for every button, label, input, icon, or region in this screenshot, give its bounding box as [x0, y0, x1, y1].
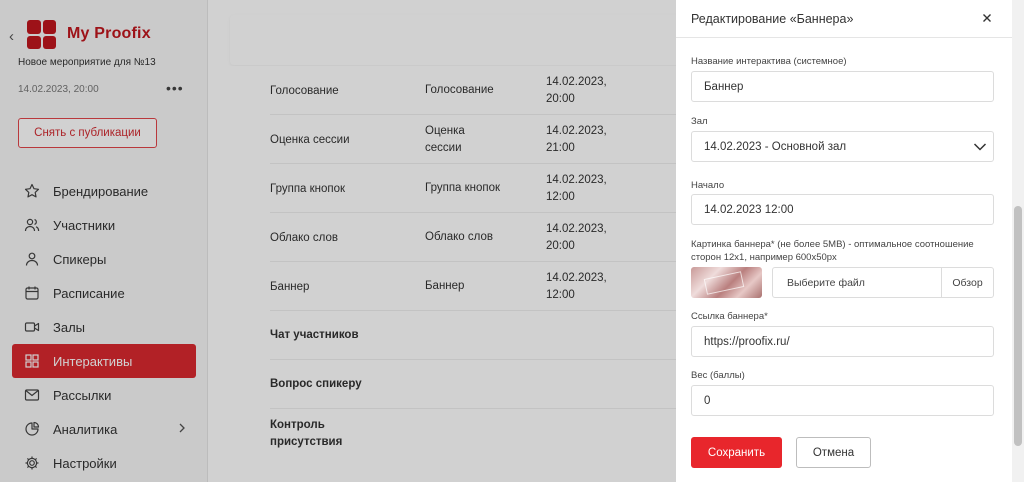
drawer-header: Редактирование «Баннера»: [676, 0, 1012, 38]
modal-overlay[interactable]: [0, 0, 676, 482]
file-input[interactable]: Выберите файл Обзор: [772, 267, 994, 298]
weight-label: Вес (баллы): [691, 370, 745, 381]
drawer-title: Редактирование «Баннера»: [691, 12, 854, 26]
name-input[interactable]: Баннер: [691, 71, 994, 102]
file-placeholder: Выберите файл: [787, 277, 865, 289]
link-input[interactable]: https://proofix.ru/: [691, 326, 994, 357]
drawer-scrollbar[interactable]: [1012, 0, 1024, 482]
close-icon[interactable]: [979, 10, 995, 26]
save-button[interactable]: Сохранить: [691, 437, 782, 468]
banner-image-preview: [691, 267, 762, 298]
scrollbar-thumb[interactable]: [1014, 206, 1022, 446]
link-label: Ссылка баннера*: [691, 311, 768, 322]
image-label: Картинка баннера* (не более 5MB) - оптим…: [691, 239, 974, 263]
cancel-button[interactable]: Отмена: [796, 437, 871, 468]
start-label: Начало: [691, 180, 725, 191]
browse-button[interactable]: Обзор: [941, 268, 993, 297]
hall-select[interactable]: 14.02.2023 - Основной зал: [691, 131, 994, 162]
hall-select-value: 14.02.2023 - Основной зал: [704, 140, 847, 153]
weight-input[interactable]: 0: [691, 385, 994, 416]
start-datetime-input[interactable]: 14.02.2023 12:00: [691, 194, 994, 225]
hall-label: Зал: [691, 116, 708, 127]
name-label: Название интерактива (системное): [691, 56, 847, 67]
chevron-down-icon: [973, 141, 987, 153]
